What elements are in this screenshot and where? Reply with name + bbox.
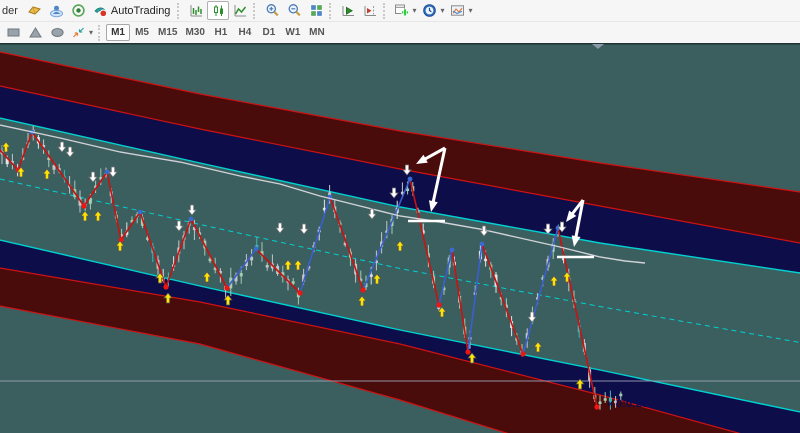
signals-button[interactable] (68, 1, 90, 20)
arrows-tool-button[interactable]: ▾ (68, 23, 96, 42)
rectangle-tool-button[interactable] (2, 23, 24, 42)
zoom-in-button[interactable] (261, 1, 283, 20)
publisher-icon (49, 3, 64, 18)
candlestick-chart-button[interactable] (207, 1, 230, 20)
line-chart-button[interactable] (229, 1, 251, 20)
tile-windows-button[interactable] (305, 1, 327, 20)
bar-chart-button[interactable] (185, 1, 207, 20)
zoom-out-button[interactable] (283, 1, 305, 20)
timeframe-m1-button[interactable]: M1 (106, 24, 131, 41)
timeframe-h1-button[interactable]: H1 (209, 24, 233, 41)
template-icon (450, 3, 465, 18)
chart-shift-button[interactable] (359, 1, 381, 20)
ellipse-tool-button[interactable] (46, 23, 68, 42)
chevron-down-icon: ▾ (440, 5, 445, 15)
toolbar-separator (383, 2, 388, 19)
auto-scroll-button[interactable] (337, 1, 359, 20)
autotrading-button[interactable]: AutoTrading (90, 1, 176, 20)
periods-clock-icon (422, 3, 437, 18)
triangle-tool-button[interactable] (24, 23, 46, 42)
publisher-button[interactable] (46, 1, 68, 20)
autotrading-icon (93, 3, 108, 18)
timeframe-m15-button[interactable]: M15 (154, 24, 181, 41)
add-indicator-icon (394, 3, 410, 18)
timeframe-d1-button[interactable]: D1 (257, 24, 281, 41)
periods-button[interactable]: ▾ (419, 1, 447, 20)
chevron-down-icon: ▾ (468, 5, 473, 15)
templates-button[interactable]: ▾ (447, 1, 475, 20)
ellipse-tool-icon (50, 25, 65, 40)
toolbar-separator (177, 2, 182, 19)
toolbar-separator (329, 2, 334, 19)
chevron-down-icon: ▾ (89, 27, 94, 37)
signal-icon (71, 3, 86, 18)
timeframe-m5-button[interactable]: M5 (130, 24, 154, 41)
timeframe-h4-button[interactable]: H4 (233, 24, 257, 41)
toolbar-separator (253, 2, 258, 19)
timeframe-w1-button[interactable]: W1 (281, 24, 305, 41)
toolbar-secondary: ▾ M1 M5 M15 M30 H1 H4 D1 W1 MN (0, 22, 800, 43)
toolbar-separator (98, 24, 103, 41)
autotrading-label: AutoTrading (110, 4, 171, 17)
candle-countdown-timer: « 0:0:28 (607, 398, 648, 410)
tile-windows-icon (309, 3, 324, 18)
zoom-out-icon (287, 3, 302, 18)
chevron-down-icon: ▾ (412, 5, 417, 15)
line-chart-icon (233, 3, 248, 18)
gold-ingot-icon (27, 3, 42, 18)
new-order-partial-label: der (2, 4, 18, 17)
mt4-window: der AutoTrading ▾ ▾ ▾ ▾ M1 M5 M15 M30 H1 H4 D1 W1 MN … (0, 0, 800, 433)
arrows-tool-icon (71, 25, 86, 40)
price-chart[interactable]: « 0:0:28 (0, 43, 800, 433)
order-tool-button[interactable] (24, 1, 46, 20)
chart-area[interactable]: « 0:0:28 (0, 43, 800, 433)
indicators-button[interactable]: ▾ (391, 1, 419, 20)
chart-top-border (0, 43, 800, 45)
auto-scroll-icon (341, 3, 356, 18)
timeframe-mn-button[interactable]: MN (305, 24, 329, 41)
candlestick-icon (211, 3, 226, 18)
rectangle-tool-icon (6, 25, 21, 40)
chart-shift-icon (363, 3, 378, 18)
bar-chart-icon (189, 3, 204, 18)
zoom-in-icon (265, 3, 280, 18)
triangle-tool-icon (28, 25, 43, 40)
timeframe-m30-button[interactable]: M30 (181, 24, 208, 41)
toolbar-main: der AutoTrading ▾ ▾ ▾ (0, 0, 800, 22)
